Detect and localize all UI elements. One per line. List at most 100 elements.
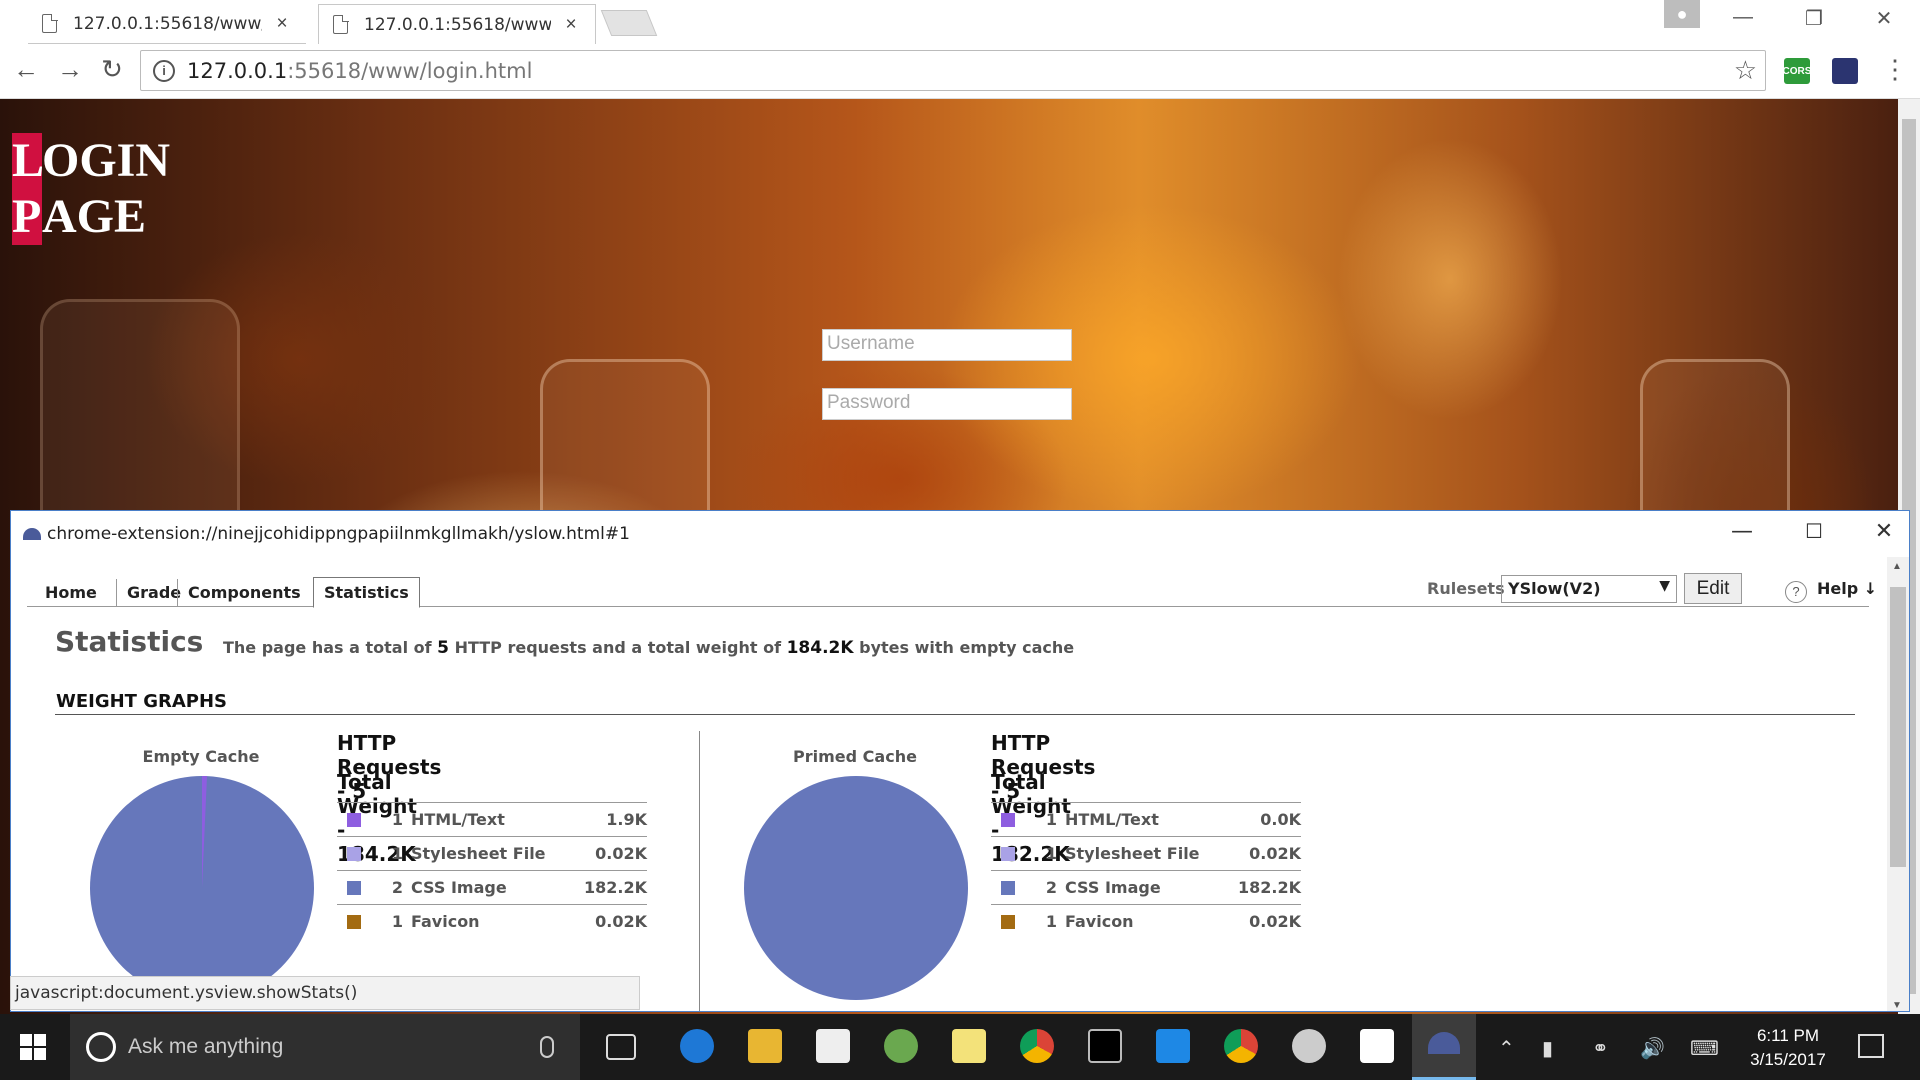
yslow-taskbar-button[interactable] <box>1412 1014 1476 1080</box>
legend-swatch <box>1001 914 1015 929</box>
yslow-logo-icon <box>1428 1032 1460 1054</box>
browser-toolbar: ← → ↻ i 127.0.0.1:55618/www/login.html ☆… <box>0 44 1920 99</box>
android-studio-icon[interactable] <box>884 1029 918 1063</box>
primed-cache-table: 1 HTML/Text 0.0K 1 Stylesheet File 0.02K 2 CS… <box>991 802 1301 938</box>
yslow-titlebar: chrome-extension://ninejjcohidippngpapii… <box>11 511 1909 557</box>
rulesets-label: Rulesets <box>1427 579 1505 598</box>
restore-button[interactable]: ❐ <box>1794 6 1834 31</box>
taskbar: Ask me anything ⌃ ▮ ⚭ 🔊 ⌨ 6:11 PM 3/15/2… <box>0 1014 1920 1080</box>
statistics-heading: Statistics <box>55 625 204 658</box>
store-icon[interactable] <box>816 1029 850 1063</box>
help-link[interactable]: Help ↓ <box>1817 579 1877 598</box>
url-host: 127.0.0.1 <box>187 58 288 83</box>
password-field[interactable]: Password <box>822 388 1072 420</box>
chrome-icon[interactable] <box>1224 1029 1258 1063</box>
dropdown-arrow-icon: ▼ <box>1659 578 1670 594</box>
legend-swatch <box>1001 880 1015 895</box>
edge-icon[interactable] <box>680 1029 714 1063</box>
yslow-window: chrome-extension://ninejjcohidippngpapii… <box>10 510 1910 1012</box>
browser-tab-2[interactable]: 127.0.0.1:55618/www/log × <box>318 4 596 44</box>
volume-icon[interactable]: 🔊 <box>1640 1036 1665 1061</box>
scroll-down-icon[interactable]: ▼ <box>1892 1000 1902 1011</box>
keyboard-icon[interactable]: ⌨ <box>1690 1036 1719 1061</box>
status-bar: javascript:document.ysview.showStats() <box>10 976 640 1010</box>
microphone-icon[interactable] <box>540 1036 554 1058</box>
legend-swatch <box>347 846 361 861</box>
tab-strip: 127.0.0.1:55618/www/log × 127.0.0.1:5561… <box>0 0 1920 44</box>
tab-components[interactable]: Components <box>177 579 311 607</box>
legend-swatch <box>347 914 361 929</box>
primed-cache-label: Primed Cache <box>793 747 917 766</box>
pie-css-image <box>744 776 968 1000</box>
tab-close-icon[interactable]: × <box>561 14 581 36</box>
menu-icon[interactable]: ⋮ <box>1882 54 1908 85</box>
legend-swatch <box>347 812 361 827</box>
clock[interactable]: 6:11 PM 3/15/2017 <box>1738 1024 1838 1072</box>
chrome-icon[interactable] <box>1020 1029 1054 1063</box>
divider <box>55 714 1855 715</box>
sticky-notes-icon[interactable] <box>952 1029 986 1063</box>
photos-icon[interactable] <box>1360 1029 1394 1063</box>
browser-tab-1[interactable]: 127.0.0.1:55618/www/log × <box>28 4 306 44</box>
tab-title: 127.0.0.1:55618/www/log <box>73 13 262 34</box>
help-icon[interactable]: ? <box>1785 581 1807 603</box>
vertical-divider <box>699 731 700 1011</box>
yslow-scrollbar[interactable]: ▲ ▼ <box>1887 557 1909 1011</box>
wifi-icon[interactable]: ⚭ <box>1592 1036 1609 1061</box>
minimize-button[interactable]: — <box>1723 6 1763 29</box>
cortana-icon <box>86 1032 116 1062</box>
close-button[interactable]: ✕ <box>1869 519 1899 544</box>
username-field[interactable]: Username <box>822 329 1072 361</box>
bookmark-star-icon[interactable]: ☆ <box>1734 55 1757 86</box>
table-row: 1 Favicon 0.02K <box>337 904 647 938</box>
table-row: 1 HTML/Text 1.9K <box>337 802 647 836</box>
table-row: 1 Favicon 0.02K <box>991 904 1301 938</box>
table-row: 2 CSS Image 182.2K <box>991 870 1301 904</box>
forward-arrow-icon[interactable]: → <box>52 54 88 85</box>
table-row: 1 HTML/Text 0.0K <box>991 802 1301 836</box>
scrollbar-thumb[interactable] <box>1890 587 1906 867</box>
new-tab-button[interactable] <box>600 10 658 36</box>
tab-close-icon[interactable]: × <box>272 13 292 35</box>
url-path: :55618/www/login.html <box>287 58 533 83</box>
statistics-summary: The page has a total of 5 HTTP requests … <box>223 638 1075 658</box>
profile-icon[interactable]: ● <box>1664 0 1700 28</box>
edit-button[interactable]: Edit <box>1684 573 1742 604</box>
page-icon <box>42 13 58 33</box>
tab-home[interactable]: Home <box>35 579 107 607</box>
legend-swatch <box>347 880 361 895</box>
battery-icon[interactable]: ▮ <box>1542 1036 1553 1061</box>
address-bar[interactable]: i 127.0.0.1:55618/www/login.html ☆ <box>140 50 1766 91</box>
back-arrow-icon[interactable]: ← <box>8 54 44 85</box>
empty-cache-pie-chart <box>90 775 314 1000</box>
tab-statistics[interactable]: Statistics <box>313 577 420 608</box>
table-row: 1 Stylesheet File 0.02K <box>337 836 647 870</box>
table-row: 2 CSS Image 182.2K <box>337 870 647 904</box>
info-icon[interactable]: i <box>153 59 175 82</box>
app-icon[interactable] <box>1156 1029 1190 1063</box>
scroll-up-icon[interactable]: ▲ <box>1892 561 1902 572</box>
windows-start-icon[interactable] <box>20 1034 46 1060</box>
task-view-icon[interactable] <box>606 1034 636 1060</box>
maximize-button[interactable]: ☐ <box>1799 519 1829 543</box>
empty-cache-table: 1 HTML/Text 1.9K 1 Stylesheet File 0.02K 2 CS… <box>337 802 647 938</box>
tab-title: 127.0.0.1:55618/www/log <box>364 14 551 35</box>
ruleset-value: YSlow(V2) <box>1508 579 1601 598</box>
file-explorer-icon[interactable] <box>748 1029 782 1063</box>
close-window-button[interactable]: ✕ <box>1864 6 1904 31</box>
ruleset-select[interactable]: YSlow(V2) ▼ <box>1501 575 1677 603</box>
notification-center-icon[interactable] <box>1858 1034 1884 1058</box>
yslow-logo-icon <box>23 528 41 540</box>
terminal-icon[interactable] <box>1088 1029 1122 1063</box>
table-row: 1 Stylesheet File 0.02K <box>991 836 1301 870</box>
legend-swatch <box>1001 846 1015 861</box>
search-box[interactable]: Ask me anything <box>70 1014 580 1080</box>
yslow-extension-icon[interactable] <box>1832 58 1858 84</box>
legend-swatch <box>1001 812 1015 827</box>
empty-cache-label: Empty Cache <box>142 747 260 766</box>
minimize-button[interactable]: — <box>1727 519 1757 544</box>
reload-icon[interactable]: ↻ <box>94 54 130 85</box>
snipping-tool-icon[interactable] <box>1292 1029 1326 1063</box>
show-hidden-icons[interactable]: ⌃ <box>1498 1036 1515 1061</box>
cors-extension-icon[interactable]: CORS <box>1783 58 1811 84</box>
